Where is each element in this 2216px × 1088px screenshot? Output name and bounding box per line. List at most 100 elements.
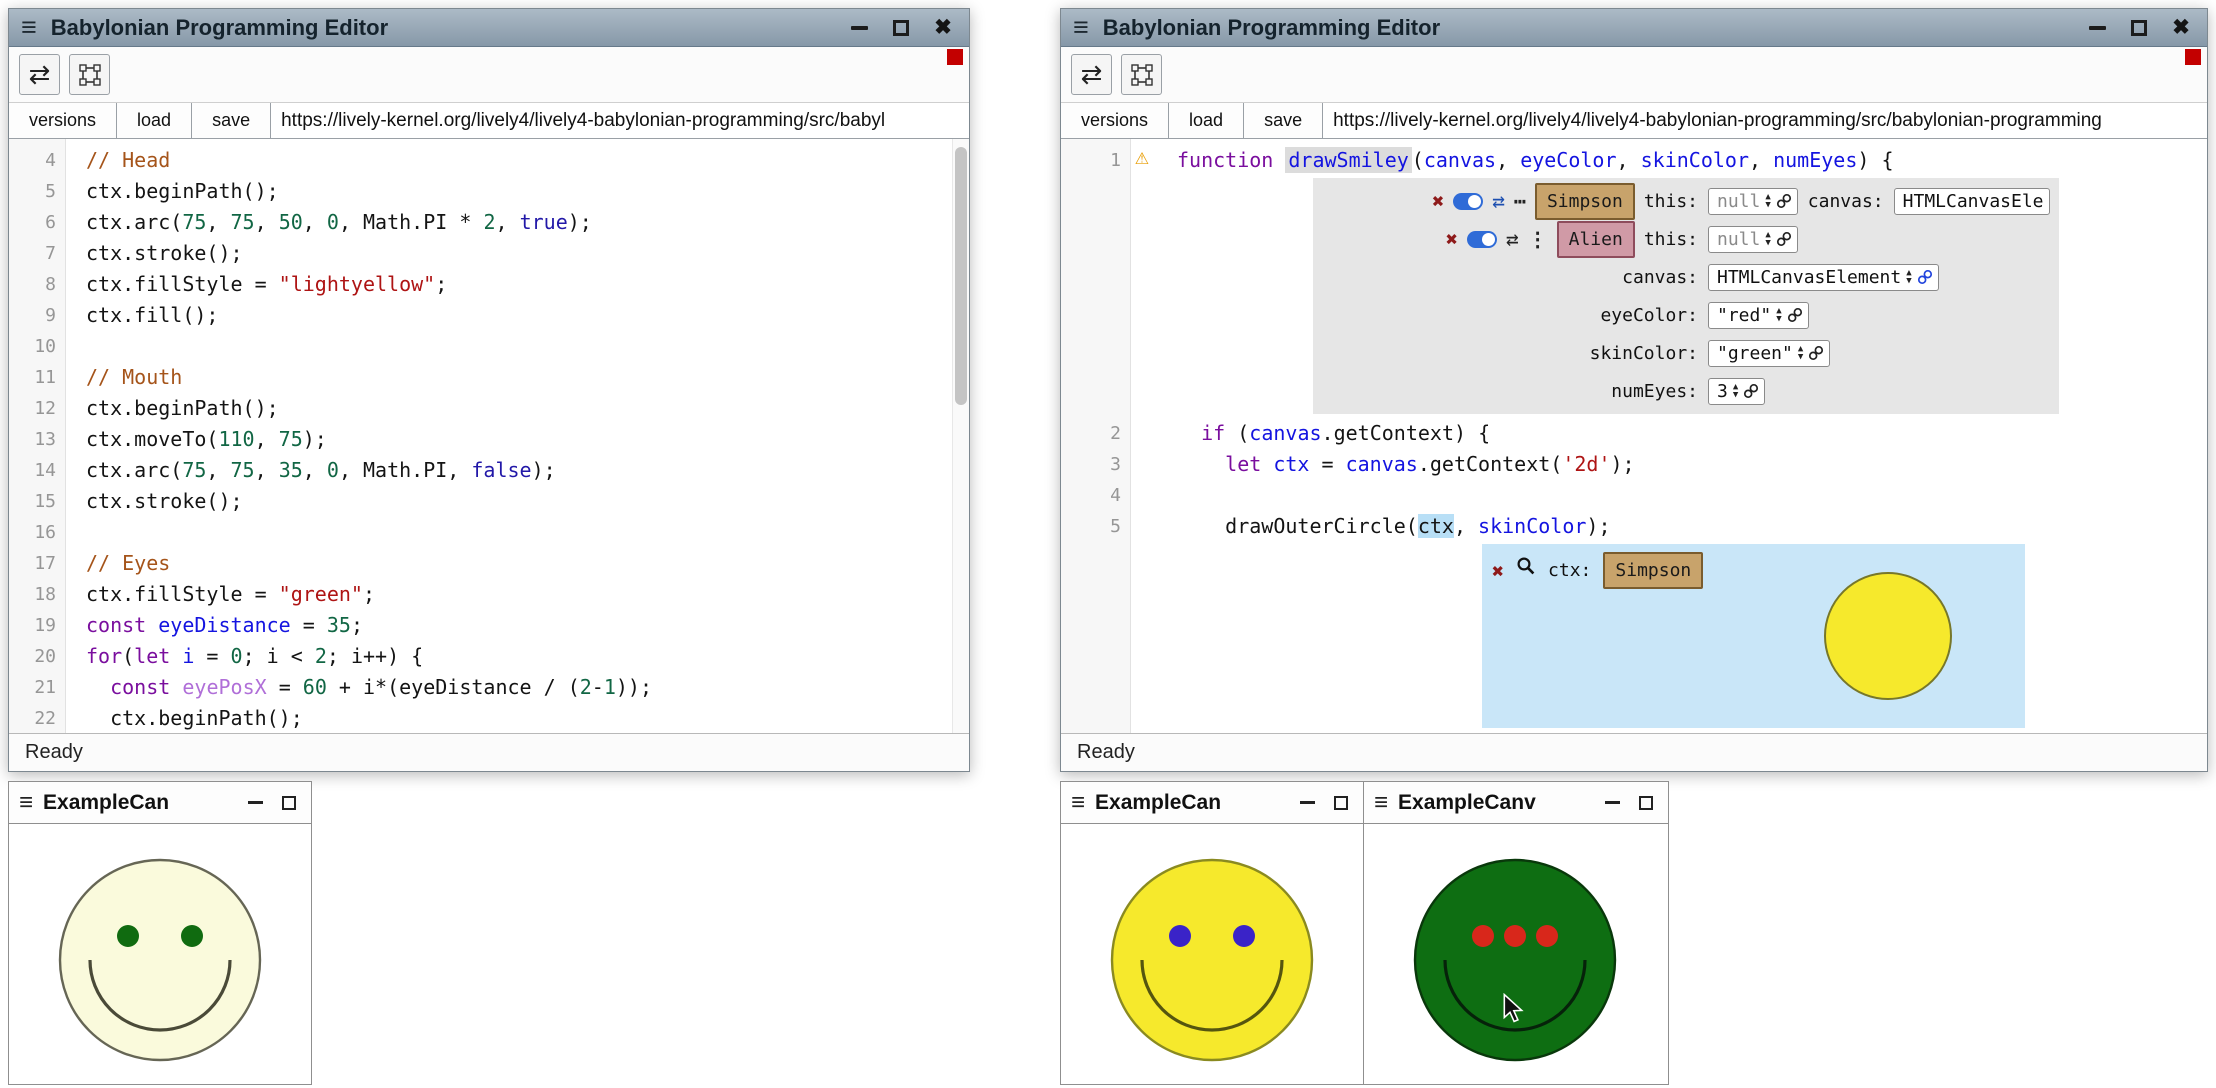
save-button[interactable]: save [1244, 103, 1323, 138]
maximize-button[interactable] [2125, 14, 2153, 42]
code-line[interactable]: 4// Head [9, 145, 969, 176]
swap-view-button[interactable]: ⇄ [1071, 54, 1112, 95]
save-button[interactable]: save [192, 103, 271, 138]
example-badge-simpson[interactable]: Simpson [1535, 183, 1635, 220]
canvas-value-input[interactable]: HTMLCanvasEle [1894, 188, 2050, 215]
code-line[interactable]: 13ctx.moveTo(110, 75); [9, 424, 969, 455]
load-button[interactable]: load [117, 103, 192, 138]
close-button[interactable]: ✖ [2167, 14, 2195, 42]
stepper-icon[interactable]: ▲▼ [1733, 383, 1738, 399]
code-line[interactable]: 1function drawSmiley(canvas, eyeColor, s… [1061, 145, 2207, 176]
code-line[interactable]: 15ctx.stroke(); [9, 486, 969, 517]
code-line[interactable]: 19const eyeDistance = 35; [9, 610, 969, 641]
maximize-button[interactable] [1329, 791, 1353, 815]
minimize-button[interactable] [243, 791, 267, 815]
code-line[interactable]: 8ctx.fillStyle = "lightyellow"; [9, 269, 969, 300]
delete-probe-button[interactable]: ✖ [1492, 561, 1504, 581]
this-value-input[interactable]: null ▲▼ [1708, 226, 1798, 253]
code-line[interactable]: 5 drawOuterCircle(ctx, skinColor); [1061, 511, 2207, 542]
close-button[interactable]: ✖ [929, 14, 957, 42]
param-value-input[interactable]: "red" ▲▼ [1708, 302, 1809, 329]
code-line[interactable]: 14ctx.arc(75, 75, 35, 0, Math.PI, false)… [9, 455, 969, 486]
code-line[interactable]: 7ctx.stroke(); [9, 238, 969, 269]
load-button[interactable]: load [1169, 103, 1244, 138]
scrollbar[interactable] [952, 139, 969, 733]
param-value-input[interactable]: "green" ▲▼ [1708, 340, 1830, 367]
versions-button[interactable]: versions [9, 103, 117, 138]
delete-example-button[interactable]: ✖ [1432, 191, 1444, 211]
menu-icon[interactable]: ≡ [1071, 791, 1085, 815]
value-text: "red" [1717, 300, 1771, 331]
stepper-icon[interactable]: ▲▼ [1798, 345, 1803, 361]
swap-icon[interactable]: ⇄ [1506, 229, 1519, 250]
code-line[interactable]: 17// Eyes [9, 548, 969, 579]
minimize-button[interactable] [845, 14, 873, 42]
code-line[interactable]: 12ctx.beginPath(); [9, 393, 969, 424]
titlebar[interactable]: ≡ ExampleCan [1061, 782, 1363, 824]
titlebar[interactable]: ≡ ExampleCanv [1364, 782, 1668, 824]
stepper-icon[interactable]: ▲▼ [1776, 307, 1781, 323]
url-field[interactable]: https://lively-kernel.org/lively4/lively… [1323, 103, 2207, 138]
probe-example-badge[interactable]: Simpson [1603, 552, 1703, 589]
stepper-icon[interactable]: ▲▼ [1765, 193, 1770, 209]
link-icon[interactable] [1787, 307, 1803, 323]
canvas-surface[interactable] [1061, 824, 1363, 1084]
minimize-button[interactable] [1295, 791, 1319, 815]
magnifier-icon[interactable] [1516, 555, 1536, 586]
link-icon[interactable] [1743, 383, 1759, 399]
titlebar[interactable]: ≡ Babylonian Programming Editor ✖ [1061, 9, 2207, 47]
code-line[interactable]: 6ctx.arc(75, 75, 50, 0, Math.PI * 2, tru… [9, 207, 969, 238]
menu-icon[interactable]: ≡ [1073, 14, 1089, 41]
url-field[interactable]: https://lively-kernel.org/lively4/lively… [271, 103, 969, 138]
code-line[interactable]: 18ctx.fillStyle = "green"; [9, 579, 969, 610]
example-toggle[interactable] [1453, 193, 1483, 210]
code-editor[interactable]: ⚠ 1function drawSmiley(canvas, eyeColor,… [1061, 139, 2207, 733]
minimize-button[interactable] [1600, 791, 1624, 815]
link-icon-active[interactable] [1917, 269, 1933, 285]
maximize-button[interactable] [887, 14, 915, 42]
code-line[interactable]: 10 [9, 331, 969, 362]
maximize-button[interactable] [1634, 791, 1658, 815]
code-line[interactable]: 2 if (canvas.getContext) { [1061, 418, 2207, 449]
select-region-button[interactable] [69, 54, 110, 95]
minimize-button[interactable] [2083, 14, 2111, 42]
code-line[interactable]: 20for(let i = 0; i < 2; i++) { [9, 641, 969, 672]
code-editor[interactable]: 4// Head5ctx.beginPath();6ctx.arc(75, 75… [9, 139, 969, 733]
code-line[interactable]: 22 ctx.beginPath(); [9, 703, 969, 733]
link-icon[interactable] [1776, 193, 1792, 209]
canvas-surface[interactable] [1364, 824, 1668, 1084]
versions-button[interactable]: versions [1061, 103, 1169, 138]
delete-example-button[interactable]: ✖ [1446, 229, 1458, 249]
swap-icon[interactable]: ⇄ [1492, 191, 1505, 212]
more-options-icon[interactable]: ⋮ [1528, 229, 1548, 249]
stepper-icon[interactable]: ▲▼ [1765, 231, 1770, 247]
canvas-surface[interactable] [9, 824, 311, 1084]
link-icon[interactable] [1776, 231, 1792, 247]
maximize-button[interactable] [277, 791, 301, 815]
swap-view-button[interactable]: ⇄ [19, 54, 60, 95]
stepper-icon[interactable]: ▲▼ [1906, 269, 1911, 285]
scrollbar-thumb[interactable] [955, 147, 967, 405]
code-line[interactable]: 16 [9, 517, 969, 548]
param-value-input[interactable]: HTMLCanvasElement ▲▼ [1708, 264, 1939, 291]
menu-icon[interactable]: ≡ [21, 14, 37, 41]
titlebar[interactable]: ≡ Babylonian Programming Editor ✖ [9, 9, 969, 47]
param-value-input[interactable]: 3 ▲▼ [1708, 378, 1765, 405]
more-options-icon[interactable]: ⋯ [1514, 191, 1526, 211]
code-token: , [206, 210, 230, 234]
code-line[interactable]: 11// Mouth [9, 362, 969, 393]
code-line[interactable]: 4 [1061, 480, 2207, 511]
link-icon[interactable] [1808, 345, 1824, 361]
select-region-button[interactable] [1121, 54, 1162, 95]
example-badge-alien[interactable]: Alien [1557, 221, 1635, 258]
code-token: ; [363, 582, 375, 606]
code-line[interactable]: 9ctx.fill(); [9, 300, 969, 331]
titlebar[interactable]: ≡ ExampleCan [9, 782, 311, 824]
menu-icon[interactable]: ≡ [1374, 791, 1388, 815]
code-line[interactable]: 5ctx.beginPath(); [9, 176, 969, 207]
code-line[interactable]: 3 let ctx = canvas.getContext('2d'); [1061, 449, 2207, 480]
this-value-input[interactable]: null ▲▼ [1708, 188, 1798, 215]
code-line[interactable]: 21 const eyePosX = 60 + i*(eyeDistance /… [9, 672, 969, 703]
menu-icon[interactable]: ≡ [19, 791, 33, 815]
example-toggle[interactable] [1467, 231, 1497, 248]
